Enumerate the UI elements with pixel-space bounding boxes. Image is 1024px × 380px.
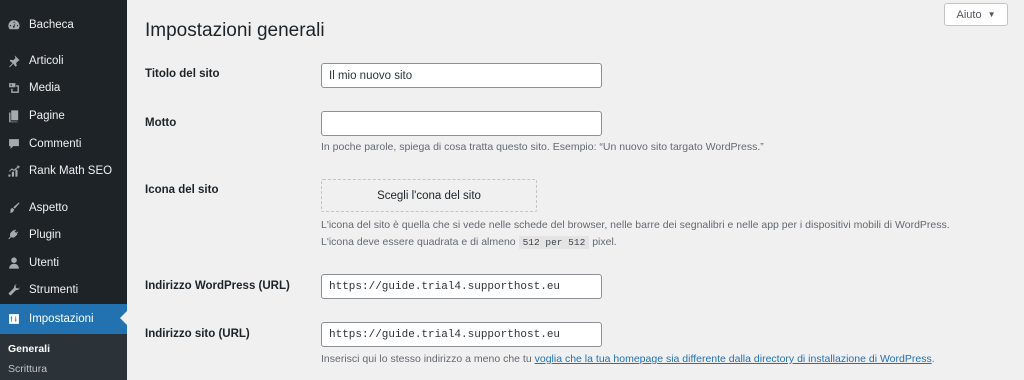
users-icon [7, 256, 21, 270]
sidebar-item-media[interactable]: Media [0, 74, 127, 102]
tagline-label: Motto [145, 117, 177, 129]
caret-down-icon: ▼ [987, 10, 996, 19]
admin-sidebar: Bacheca Articoli Media Pagine Commenti R… [0, 0, 127, 380]
sidebar-item-label: Plugin [29, 229, 61, 241]
sidebar-item-plugin[interactable]: Plugin [0, 221, 127, 249]
page-title: Impostazioni generali [145, 20, 325, 41]
size-note-suffix: pixel. [589, 236, 617, 248]
rank-math-icon [7, 164, 21, 178]
size-note-code: 512 per 512 [518, 236, 590, 249]
sidebar-item-aspetto[interactable]: Aspetto [0, 194, 127, 222]
sidebar-item-label: Utenti [29, 257, 60, 269]
site-icon-label: Icona del sito [145, 184, 219, 196]
sidebar-item-label: Aspetto [29, 202, 68, 214]
sidebar-item-label: Commenti [29, 138, 82, 150]
sidebar-item-label: Articoli [29, 55, 64, 67]
help-button[interactable]: Aiuto ▼ [944, 3, 1008, 26]
sidebar-item-pagine[interactable]: Pagine [0, 102, 127, 130]
brush-icon [7, 201, 21, 215]
site-url-desc-suffix: . [931, 353, 935, 365]
pin-icon [7, 54, 21, 68]
sidebar-item-label: Media [29, 82, 61, 94]
submenu-item-scrittura[interactable]: Scrittura [8, 363, 47, 375]
media-icon [7, 81, 21, 95]
site-icon-size-note: L'icona deve essere quadrata e di almeno… [321, 236, 617, 249]
sidebar-item-impostazioni[interactable]: Impostazioni [0, 304, 127, 334]
site-url-label: Indirizzo sito (URL) [145, 328, 250, 340]
submenu-item-generali[interactable]: Generali [8, 343, 50, 355]
site-url-description: Inserisci qui lo stesso indirizzo a meno… [321, 353, 935, 365]
tagline-input[interactable] [321, 111, 602, 136]
pages-icon [7, 109, 21, 123]
help-button-label: Aiuto [956, 8, 982, 21]
settings-submenu: Generali Scrittura [0, 334, 127, 380]
site-url-input[interactable]: https://guide.trial4.supporthost.eu [321, 322, 602, 347]
sidebar-item-bacheca[interactable]: Bacheca [0, 11, 127, 39]
plugin-icon [7, 228, 21, 242]
comment-icon [7, 137, 21, 151]
dashboard-icon [7, 18, 21, 32]
homepage-directory-link[interactable]: voglia che la tua homepage sia different… [535, 353, 932, 365]
sidebar-item-label: Rank Math SEO [29, 165, 113, 177]
wp-url-input[interactable]: https://guide.trial4.supporthost.eu [321, 274, 602, 299]
size-note-text: L'icona deve essere quadrata e di almeno [321, 236, 519, 248]
settings-icon [7, 312, 21, 326]
sidebar-item-label: Pagine [29, 110, 65, 122]
sidebar-item-rank-math-seo[interactable]: Rank Math SEO [0, 157, 127, 185]
site-title-label: Titolo del sito [145, 68, 220, 80]
sidebar-item-label: Bacheca [29, 19, 74, 31]
wp-url-label: Indirizzo WordPress (URL) [145, 280, 290, 292]
sidebar-item-strumenti[interactable]: Strumenti [0, 276, 127, 304]
choose-site-icon-button[interactable]: Scegli l'cona del sito [321, 179, 537, 212]
site-url-desc-prefix: Inserisci qui lo stesso indirizzo a meno… [321, 353, 535, 365]
sidebar-item-label: Strumenti [29, 284, 79, 296]
site-title-input[interactable]: Il mio nuovo sito [321, 63, 602, 88]
tagline-description: In poche parole, spiega di cosa tratta q… [321, 141, 764, 153]
site-icon-description: L'icona del sito è quella che si vede ne… [321, 219, 950, 231]
sidebar-item-articoli[interactable]: Articoli [0, 47, 127, 75]
sidebar-item-label: Impostazioni [29, 313, 94, 325]
sidebar-item-utenti[interactable]: Utenti [0, 249, 127, 277]
wrench-icon [7, 283, 21, 297]
sidebar-item-commenti[interactable]: Commenti [0, 130, 127, 158]
